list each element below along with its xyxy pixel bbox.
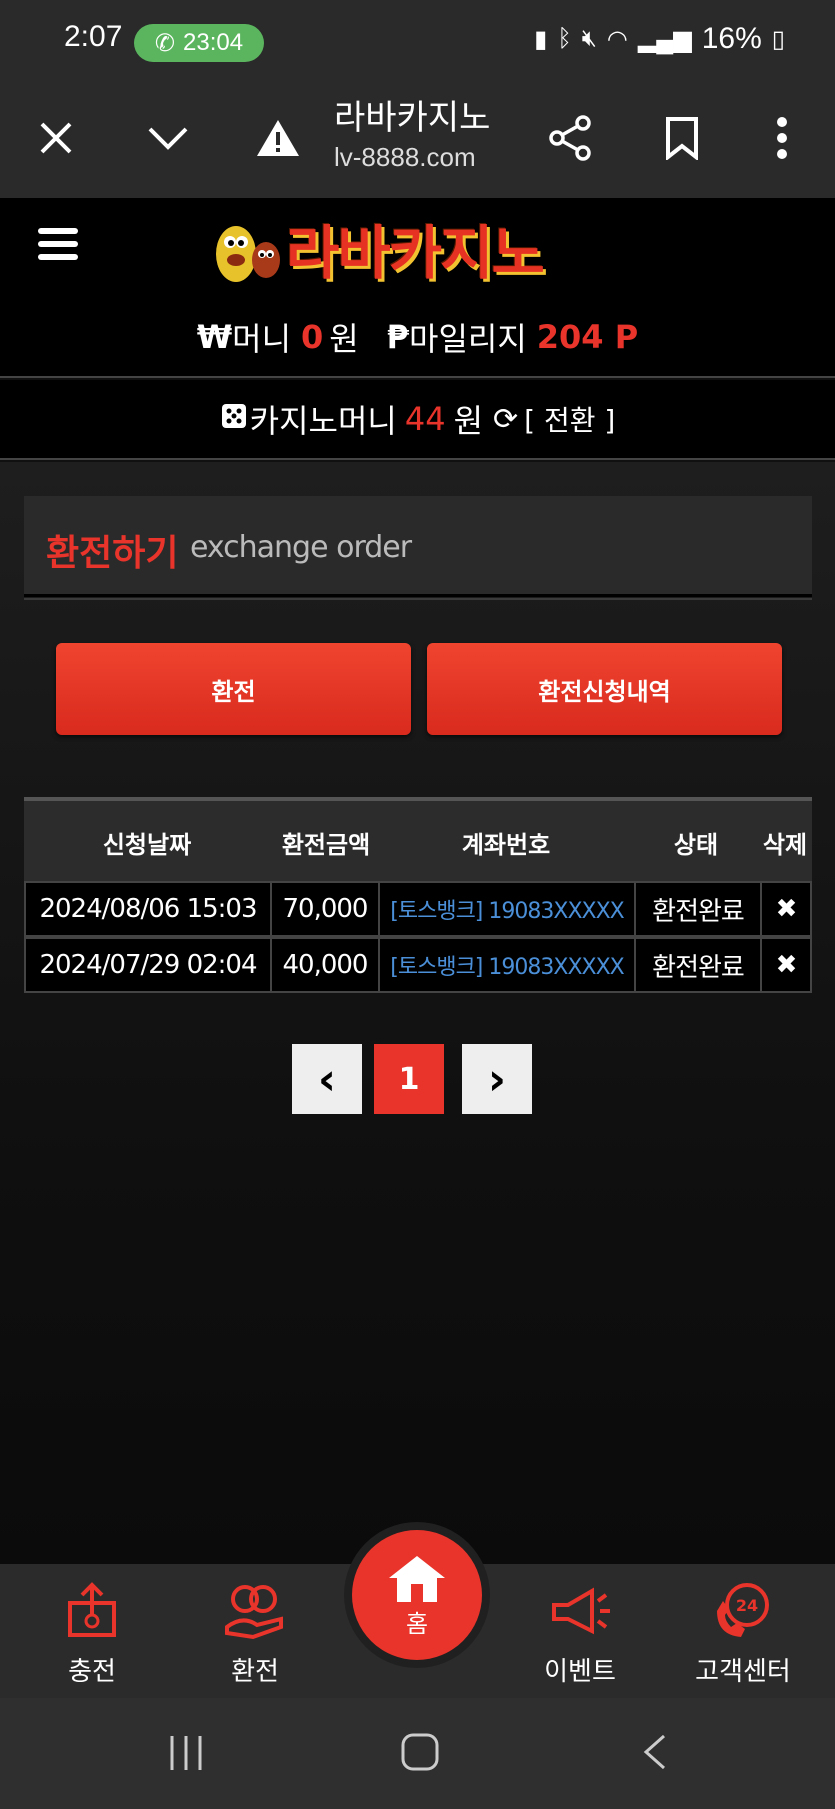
megaphone-icon: [548, 1585, 612, 1645]
table-row: 2024/08/06 15:03 70,000 [토스뱅크] 19083XXXX…: [24, 881, 812, 937]
back-icon[interactable]: [640, 1732, 668, 1776]
nav-support-label: 고객센터: [695, 1657, 791, 1687]
status-icons: ▮ ᛒ 🔇︎ ◠ ▂▄▆ 16% ▯: [534, 22, 785, 56]
convert-button[interactable]: [ 전환 ]: [524, 399, 615, 439]
casino-money-row: 카지노머니 44 원 ⟳ [ 전환 ]: [0, 380, 835, 460]
hamburger-menu-icon[interactable]: [38, 228, 78, 267]
cell-amount: 40,000: [272, 939, 380, 991]
charge-box-icon: [62, 1581, 122, 1645]
dice-icon: [220, 400, 248, 438]
mileage-icon: ₱: [386, 318, 409, 356]
call-timer: 23:04: [183, 29, 244, 56]
wifi-icon: ◠: [606, 25, 628, 53]
larva-mascot-icon: [212, 212, 282, 284]
money-value: 0: [301, 318, 324, 356]
cell-date: 2024/07/29 02:04: [26, 939, 272, 991]
delete-icon[interactable]: ✖: [762, 939, 810, 991]
cell-status: 환전완료: [636, 939, 762, 991]
page-title: 라바카지노: [334, 99, 491, 137]
browser-toolbar: 라바카지노 lv-8888.com: [0, 78, 835, 198]
table-header: 신청날짜 환전금액 계좌번호 상태 삭제: [24, 797, 812, 883]
casino-money-label: 카지노머니: [249, 402, 397, 440]
money-label: 머니: [232, 320, 292, 358]
battery-icon: ▯: [771, 25, 785, 53]
mute-icon: 🔇︎: [581, 25, 597, 52]
call-indicator[interactable]: ✆ 23:04: [134, 24, 264, 62]
status-time: 2:07: [64, 20, 123, 53]
money-unit: 원: [329, 320, 359, 358]
section-subtitle: exchange order: [190, 530, 412, 565]
chevron-down-icon[interactable]: [138, 108, 198, 168]
divider: [24, 598, 812, 600]
mileage-value: 204 P: [536, 318, 639, 356]
system-nav-bar: [0, 1698, 835, 1809]
header-delete: 삭제: [762, 830, 808, 859]
refresh-icon[interactable]: ⟳: [493, 402, 518, 437]
content-background: [0, 462, 835, 1564]
mileage-label: 마일리지: [409, 320, 527, 358]
wallet-row: ₩ 머니 0 원 ₱ 마일리지 204 P: [0, 298, 835, 378]
page-1-button[interactable]: 1: [374, 1044, 444, 1114]
nav-home-label: 홈: [405, 1609, 429, 1638]
bookmark-icon[interactable]: [652, 108, 712, 168]
section-title: 환전하기: [46, 533, 179, 574]
phone-24-icon: 24: [711, 1581, 775, 1645]
header-amount: 환전금액: [281, 830, 371, 859]
cell-status: 환전완료: [636, 883, 762, 935]
header-status: 상태: [673, 830, 719, 859]
cell-date: 2024/08/06 15:03: [26, 883, 272, 935]
casino-money-unit: 원: [453, 402, 484, 440]
header-date: 신청날짜: [102, 830, 192, 859]
cell-account: [토스뱅크] 19083XXXXX: [380, 883, 636, 935]
signal-icon: ▂▄▆: [637, 25, 692, 53]
next-page-button[interactable]: ›: [462, 1044, 532, 1114]
warning-icon[interactable]: [248, 108, 308, 168]
cell-account: [토스뱅크] 19083XXXXX: [380, 939, 636, 991]
bluetooth-icon: ᛒ: [557, 25, 572, 52]
casino-money-value: 44: [404, 400, 446, 438]
cell-amount: 70,000: [272, 883, 380, 935]
phone-icon: ✆: [154, 29, 176, 57]
nav-exchange-label: 환전: [231, 1657, 279, 1687]
nav-event[interactable]: 이벤트: [515, 1564, 645, 1698]
table-row: 2024/07/29 02:04 40,000 [토스뱅크] 19083XXXX…: [24, 937, 812, 993]
prev-page-button[interactable]: ‹: [292, 1044, 362, 1114]
more-menu-icon[interactable]: [752, 108, 812, 168]
coins-hand-icon: [223, 1581, 287, 1645]
logo-text: 라바카지노: [286, 219, 545, 287]
nav-home[interactable]: 홈: [352, 1530, 482, 1660]
house-icon: [385, 1552, 449, 1608]
site-header: 라바카지노: [0, 198, 835, 299]
battery-percent: 16%: [701, 22, 762, 55]
delete-icon[interactable]: ✖: [762, 883, 810, 935]
battery-saver-icon: ▮: [534, 25, 548, 53]
svg-text:24: 24: [736, 1596, 758, 1615]
recent-apps-icon[interactable]: [168, 1734, 204, 1776]
home-system-icon[interactable]: [400, 1732, 440, 1776]
nav-event-label: 이벤트: [544, 1657, 616, 1687]
nav-charge[interactable]: 충전: [27, 1564, 157, 1698]
exchange-button[interactable]: 환전: [56, 643, 411, 735]
won-icon: ₩: [196, 318, 233, 356]
status-bar: 2:07 ✆ 23:04 ▮ ᛒ 🔇︎ ◠ ▂▄▆ 16% ▯: [0, 0, 835, 78]
page-url[interactable]: lv-8888.com: [334, 142, 476, 173]
section-header: 환전하기 exchange order: [24, 496, 812, 597]
nav-charge-label: 충전: [68, 1657, 116, 1687]
exchange-history-button[interactable]: 환전신청내역: [427, 643, 782, 735]
header-account: 계좌번호: [461, 830, 551, 859]
close-icon[interactable]: [26, 108, 86, 168]
nav-exchange[interactable]: 환전: [190, 1564, 320, 1698]
share-icon[interactable]: [540, 108, 600, 168]
nav-support[interactable]: 24 고객센터: [678, 1564, 808, 1698]
site-logo[interactable]: 라바카지노: [212, 208, 545, 288]
